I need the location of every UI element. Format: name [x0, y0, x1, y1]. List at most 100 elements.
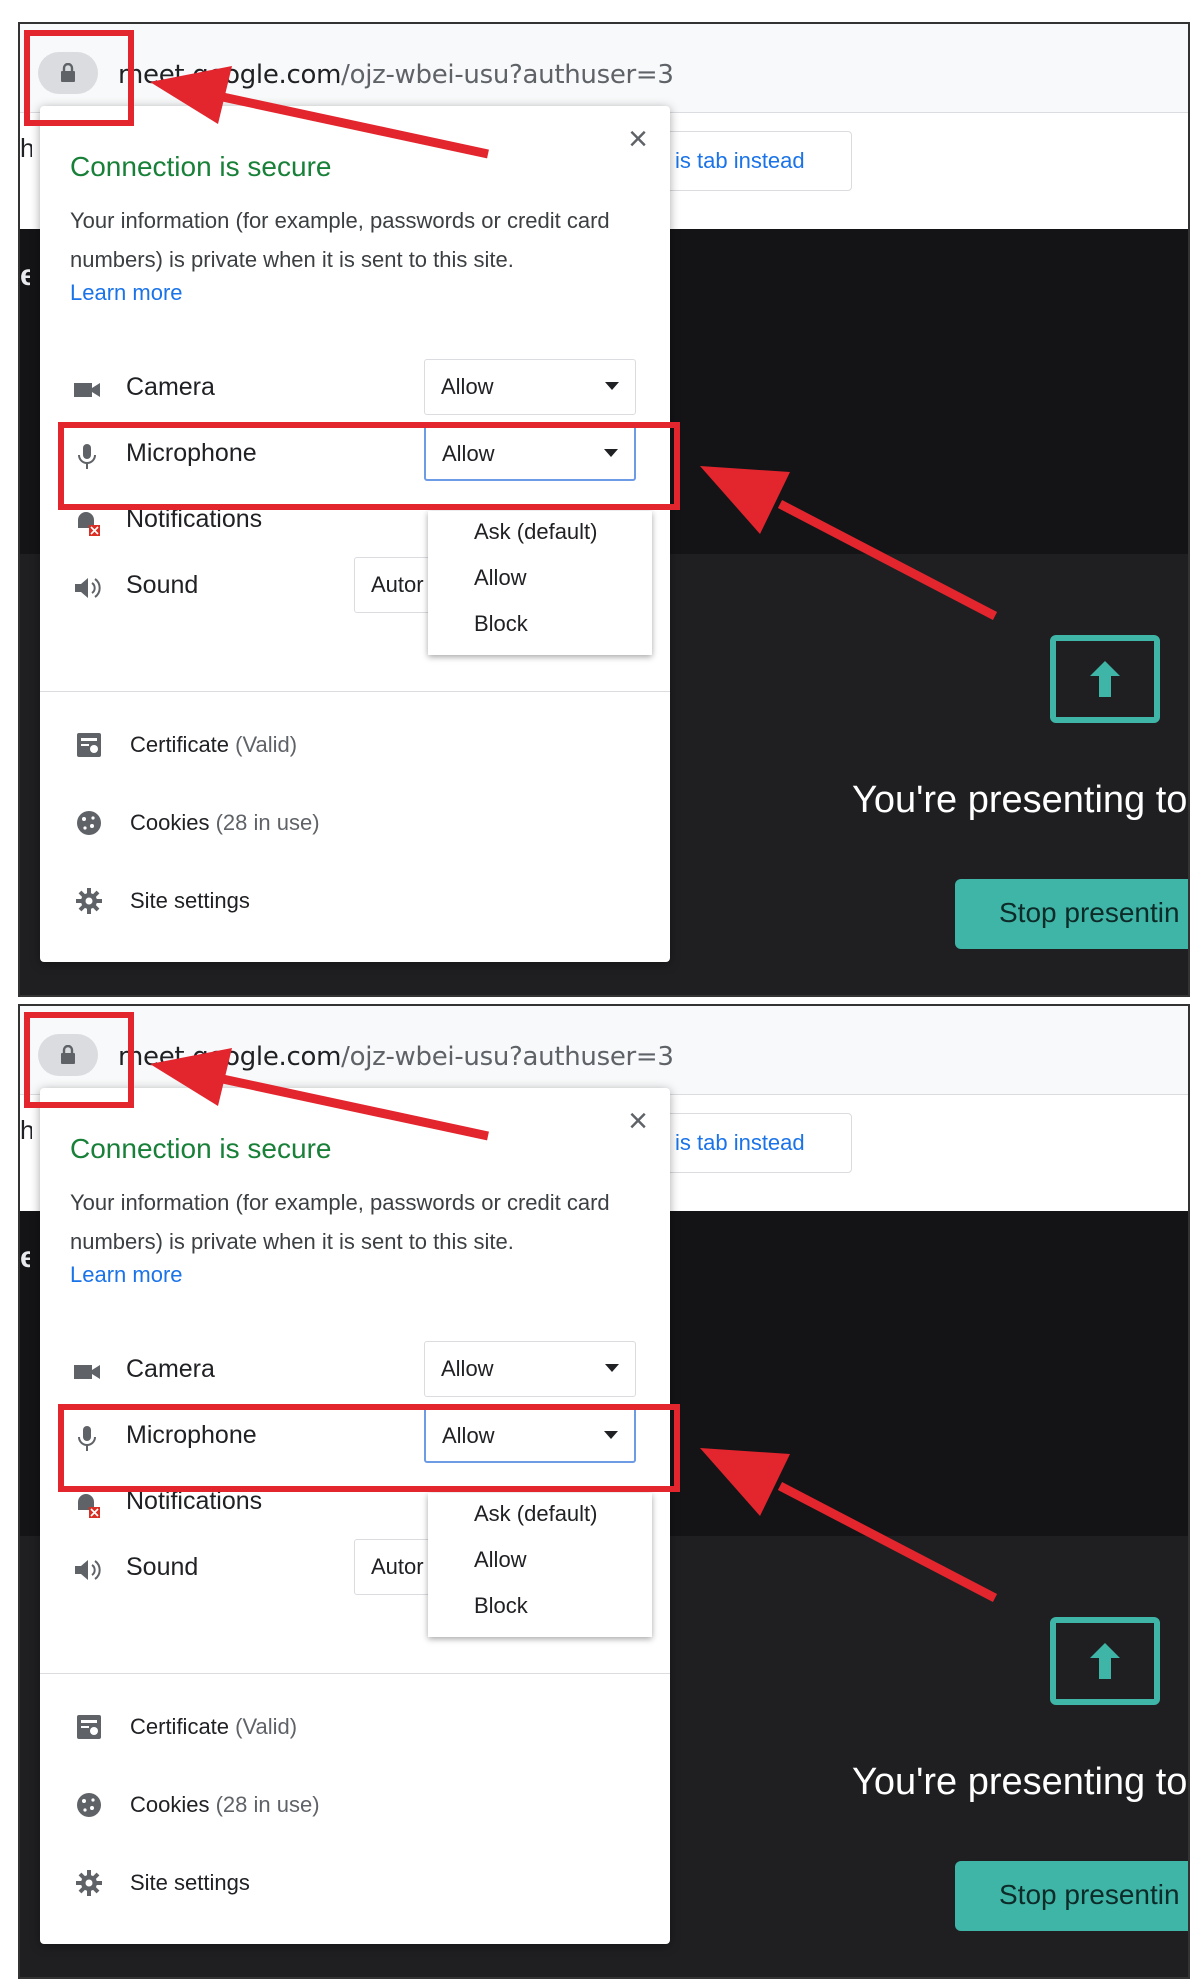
- url-text[interactable]: meet.google.com/ojz-wbei-usu?authuser=3: [118, 1042, 674, 1072]
- microphone-select[interactable]: Allow: [424, 1407, 636, 1463]
- divider: [40, 691, 670, 692]
- cookie-icon: [77, 811, 101, 835]
- screenshot-panel-1: meet.google.com/ojz-wbei-usu?authuser=3 …: [18, 22, 1190, 997]
- microphone-select-value: Allow: [442, 1423, 495, 1448]
- site-settings-label: Site settings: [130, 888, 250, 913]
- sound-label: Sound: [126, 571, 199, 599]
- dropdown-option-block[interactable]: Block: [474, 1593, 528, 1619]
- dropdown-option-block[interactable]: Block: [474, 611, 528, 637]
- certificate-status: (Valid): [235, 1714, 298, 1739]
- microphone-label: Microphone: [126, 1421, 257, 1449]
- cookies-label: Cookies: [130, 810, 210, 835]
- stop-presenting-button[interactable]: Stop presentin: [955, 879, 1188, 949]
- divider: [40, 1673, 670, 1674]
- site-info-popup: × Connection is secure Your information …: [40, 1088, 670, 1944]
- dropdown-option-allow[interactable]: Allow: [474, 565, 527, 591]
- sound-select-value: Autor: [371, 1554, 424, 1579]
- certificate-label: Certificate: [130, 1714, 230, 1739]
- microphone-icon: [78, 444, 96, 469]
- infobar-edge-text: h: [20, 1115, 32, 1146]
- microphone-dropdown-list: Ask (default) Allow Block: [428, 1493, 652, 1637]
- site-info-button[interactable]: [38, 1034, 98, 1076]
- close-icon[interactable]: ×: [623, 122, 653, 156]
- cookies-count: (28 in use): [215, 810, 320, 835]
- chevron-down-icon: [604, 449, 618, 457]
- site-info-popup: × Connection is secure Your information …: [40, 106, 670, 962]
- stop-presenting-label: Stop presentin: [999, 1879, 1180, 1910]
- microphone-select-value: Allow: [442, 441, 495, 466]
- stage-edge-text: e: [20, 1241, 30, 1275]
- cookies-label: Cookies: [130, 1792, 210, 1817]
- chevron-down-icon: [605, 1364, 619, 1372]
- permission-row-camera: Camera Allow: [40, 1335, 670, 1405]
- notifications-icon: [78, 1494, 100, 1518]
- stage-edge-text: e: [20, 259, 30, 293]
- notifications-label: Notifications: [126, 1487, 263, 1515]
- microphone-icon: [78, 1426, 96, 1451]
- permission-row-microphone: Microphone Allow: [40, 419, 670, 489]
- speaker-icon: [75, 1560, 101, 1580]
- site-settings-link[interactable]: Site settings: [40, 1854, 670, 1914]
- microphone-label: Microphone: [126, 439, 257, 467]
- learn-more-link[interactable]: Learn more: [70, 1262, 183, 1288]
- presenting-text: You're presenting to: [852, 1761, 1188, 1803]
- site-settings-label: Site settings: [130, 1870, 250, 1895]
- arrow-up-icon: [1090, 1643, 1120, 1679]
- chevron-down-icon: [605, 382, 619, 390]
- stop-presenting-label: Stop presentin: [999, 897, 1180, 928]
- microphone-dropdown-list: Ask (default) Allow Block: [428, 511, 652, 655]
- url-domain: meet.google.com: [118, 60, 342, 90]
- connection-secure-title: Connection is secure: [70, 151, 332, 182]
- site-info-button[interactable]: [38, 52, 98, 94]
- screenshot-panel-2: meet.google.com/ojz-wbei-usu?authuser=3 …: [18, 1004, 1190, 1979]
- address-bar[interactable]: meet.google.com/ojz-wbei-usu?authuser=3: [20, 24, 1188, 113]
- site-settings-link[interactable]: Site settings: [40, 872, 670, 932]
- camera-label: Camera: [126, 1355, 215, 1383]
- certificate-link[interactable]: Certificate (Valid): [40, 716, 670, 776]
- certificate-link[interactable]: Certificate (Valid): [40, 1698, 670, 1758]
- cookies-link[interactable]: Cookies (28 in use): [40, 1776, 670, 1836]
- cookies-count: (28 in use): [215, 1792, 320, 1817]
- arrow-up-icon: [1090, 661, 1120, 697]
- cookies-link[interactable]: Cookies (28 in use): [40, 794, 670, 854]
- share-tab-instead-button[interactable]: is tab instead: [660, 1113, 852, 1173]
- connection-secure-title: Connection is secure: [70, 1133, 332, 1164]
- dropdown-option-ask[interactable]: Ask (default): [474, 1501, 598, 1527]
- learn-more-link[interactable]: Learn more: [70, 280, 183, 306]
- lock-icon: [61, 63, 75, 82]
- sound-label: Sound: [126, 1553, 199, 1581]
- notifications-label: Notifications: [126, 505, 263, 533]
- microphone-select[interactable]: Allow: [424, 425, 636, 481]
- gear-icon: [76, 1870, 102, 1896]
- close-icon[interactable]: ×: [623, 1104, 653, 1138]
- camera-icon: [74, 383, 100, 397]
- permission-row-camera: Camera Allow: [40, 353, 670, 423]
- share-tab-label: is tab instead: [675, 148, 805, 173]
- certificate-status: (Valid): [235, 732, 298, 757]
- permission-row-microphone: Microphone Allow: [40, 1401, 670, 1471]
- camera-label: Camera: [126, 373, 215, 401]
- camera-select-value: Allow: [441, 1356, 494, 1381]
- url-text[interactable]: meet.google.com/ojz-wbei-usu?authuser=3: [118, 60, 674, 90]
- lock-icon: [61, 1045, 75, 1064]
- url-domain: meet.google.com: [118, 1042, 342, 1072]
- camera-select-value: Allow: [441, 374, 494, 399]
- share-tab-label: is tab instead: [675, 1130, 805, 1155]
- certificate-icon: [77, 733, 101, 757]
- infobar-edge-text: h: [20, 133, 32, 164]
- stop-presenting-button[interactable]: Stop presentin: [955, 1861, 1188, 1931]
- certificate-label: Certificate: [130, 732, 230, 757]
- dropdown-option-ask[interactable]: Ask (default): [474, 519, 598, 545]
- gear-icon: [76, 888, 102, 914]
- connection-description: Your information (for example, passwords…: [70, 208, 610, 272]
- camera-select[interactable]: Allow: [424, 1341, 636, 1397]
- present-indicator: [1050, 635, 1160, 723]
- camera-select[interactable]: Allow: [424, 359, 636, 415]
- certificate-icon: [77, 1715, 101, 1739]
- dropdown-option-allow[interactable]: Allow: [474, 1547, 527, 1573]
- present-indicator: [1050, 1617, 1160, 1705]
- camera-icon: [74, 1365, 100, 1379]
- address-bar[interactable]: meet.google.com/ojz-wbei-usu?authuser=3: [20, 1006, 1188, 1095]
- speaker-icon: [75, 578, 101, 598]
- share-tab-instead-button[interactable]: is tab instead: [660, 131, 852, 191]
